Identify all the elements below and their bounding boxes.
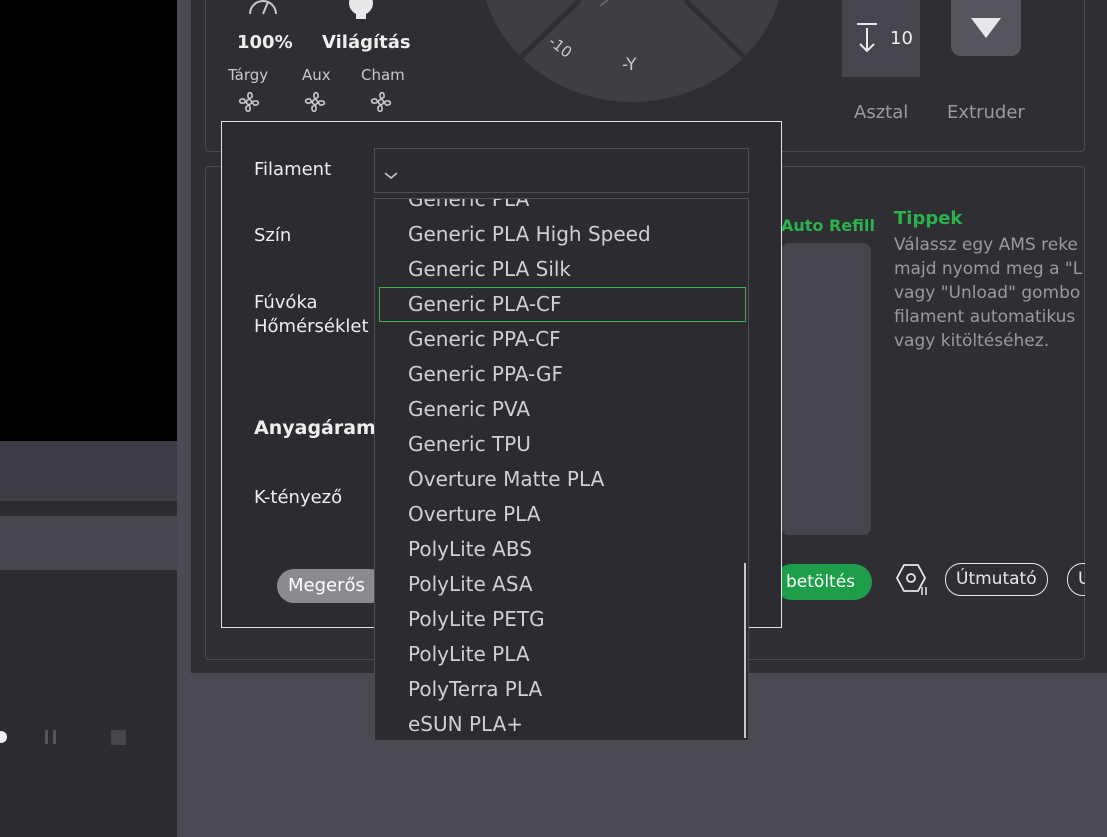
dropdown-scrollbar[interactable] [744, 563, 746, 738]
left-panel-lower [0, 570, 177, 837]
arrow-down-icon[interactable] [855, 22, 879, 54]
dropdown-option[interactable]: PolyTerra PLA [375, 672, 748, 707]
pause-icon[interactable] [44, 729, 58, 745]
extruder-label: Extruder [947, 102, 1025, 123]
flow-section-title: Anyagáraml [254, 417, 383, 439]
dropdown-option[interactable]: PolyLite PLA [375, 637, 748, 672]
left-panel-gap [0, 501, 177, 516]
fan-icon[interactable] [367, 88, 395, 120]
dropdown-option[interactable]: Generic PPA-CF [375, 322, 748, 357]
left-panel-band [0, 441, 177, 501]
dropdown-option-partial[interactable]: Generic PLA [375, 199, 748, 217]
triangle-down-icon [969, 16, 1003, 40]
fan-icon[interactable] [301, 88, 329, 120]
fan-label-part: Tárgy [228, 66, 269, 84]
tips-body-clip: Válassz egy AMS reke majd nyomd meg a "L… [894, 233, 1085, 358]
chevron-down-icon[interactable] [383, 166, 399, 180]
auto-refill-label[interactable]: Auto Refill [781, 216, 875, 235]
extra-button-clip: U [1067, 563, 1085, 597]
dropdown-option[interactable]: PolyLite PETG [375, 602, 748, 637]
filament-label: Filament [254, 159, 332, 180]
fan-label-chamber: Cham [361, 66, 405, 84]
dropdown-option-selected[interactable]: Generic PLA-CF [379, 287, 746, 322]
stop-icon[interactable] [111, 730, 126, 745]
light-bulb-icon[interactable] [346, 0, 376, 26]
k-factor-label: K-tényező [254, 487, 343, 508]
jog-dial-dividers [480, 0, 785, 102]
nozzle-temp-label-line1: Fúvóka [254, 292, 318, 313]
ams-slot-area[interactable] [781, 243, 871, 535]
dropdown-option[interactable]: Overture Matte PLA [375, 462, 748, 497]
bed-step-value: 10 [890, 28, 913, 49]
dropdown-option[interactable]: eSUN PLA+ [375, 707, 748, 740]
tips-title: Tippek [894, 208, 963, 229]
left-panel-band [0, 516, 177, 570]
bed-label: Asztal [854, 102, 909, 123]
speed-icon[interactable] [246, 0, 280, 18]
guide-button[interactable]: Útmutató [945, 563, 1048, 596]
fan-label-aux: Aux [302, 66, 331, 84]
dropdown-option[interactable]: Generic TPU [375, 427, 748, 462]
filament-select[interactable] [374, 148, 749, 193]
dropdown-option[interactable]: Generic PPA-GF [375, 357, 748, 392]
tips-text: Válassz egy AMS reke majd nyomd meg a "L… [894, 235, 1083, 351]
dropdown-option[interactable]: Overture PLA [375, 497, 748, 532]
jog-minus-y-label[interactable]: -Y [622, 55, 637, 75]
confirm-button[interactable]: Megerős [277, 569, 387, 603]
color-label: Szín [254, 225, 292, 246]
unload-button[interactable]: U [1067, 563, 1085, 596]
dropdown-option[interactable]: Generic PLA Silk [375, 252, 748, 287]
filament-dropdown-list[interactable]: Generic PLA Generic PLA High Speed Gener… [374, 198, 749, 741]
nozzle-spool-icon[interactable] [892, 561, 932, 597]
dropdown-option[interactable]: PolyLite ASA [375, 567, 748, 602]
camera-view [0, 0, 177, 441]
nozzle-temp-label-line2: Hőmérséklet [254, 316, 369, 337]
lighting-label: Világítás [322, 32, 411, 53]
fan-icon[interactable] [235, 88, 263, 120]
load-button[interactable]: betöltés [774, 564, 872, 600]
dropdown-option[interactable]: Generic PVA [375, 392, 748, 427]
dropdown-option[interactable]: Generic PLA High Speed [375, 217, 748, 252]
speed-value: 100% [237, 32, 293, 53]
dropdown-option[interactable]: PolyLite ABS [375, 532, 748, 567]
